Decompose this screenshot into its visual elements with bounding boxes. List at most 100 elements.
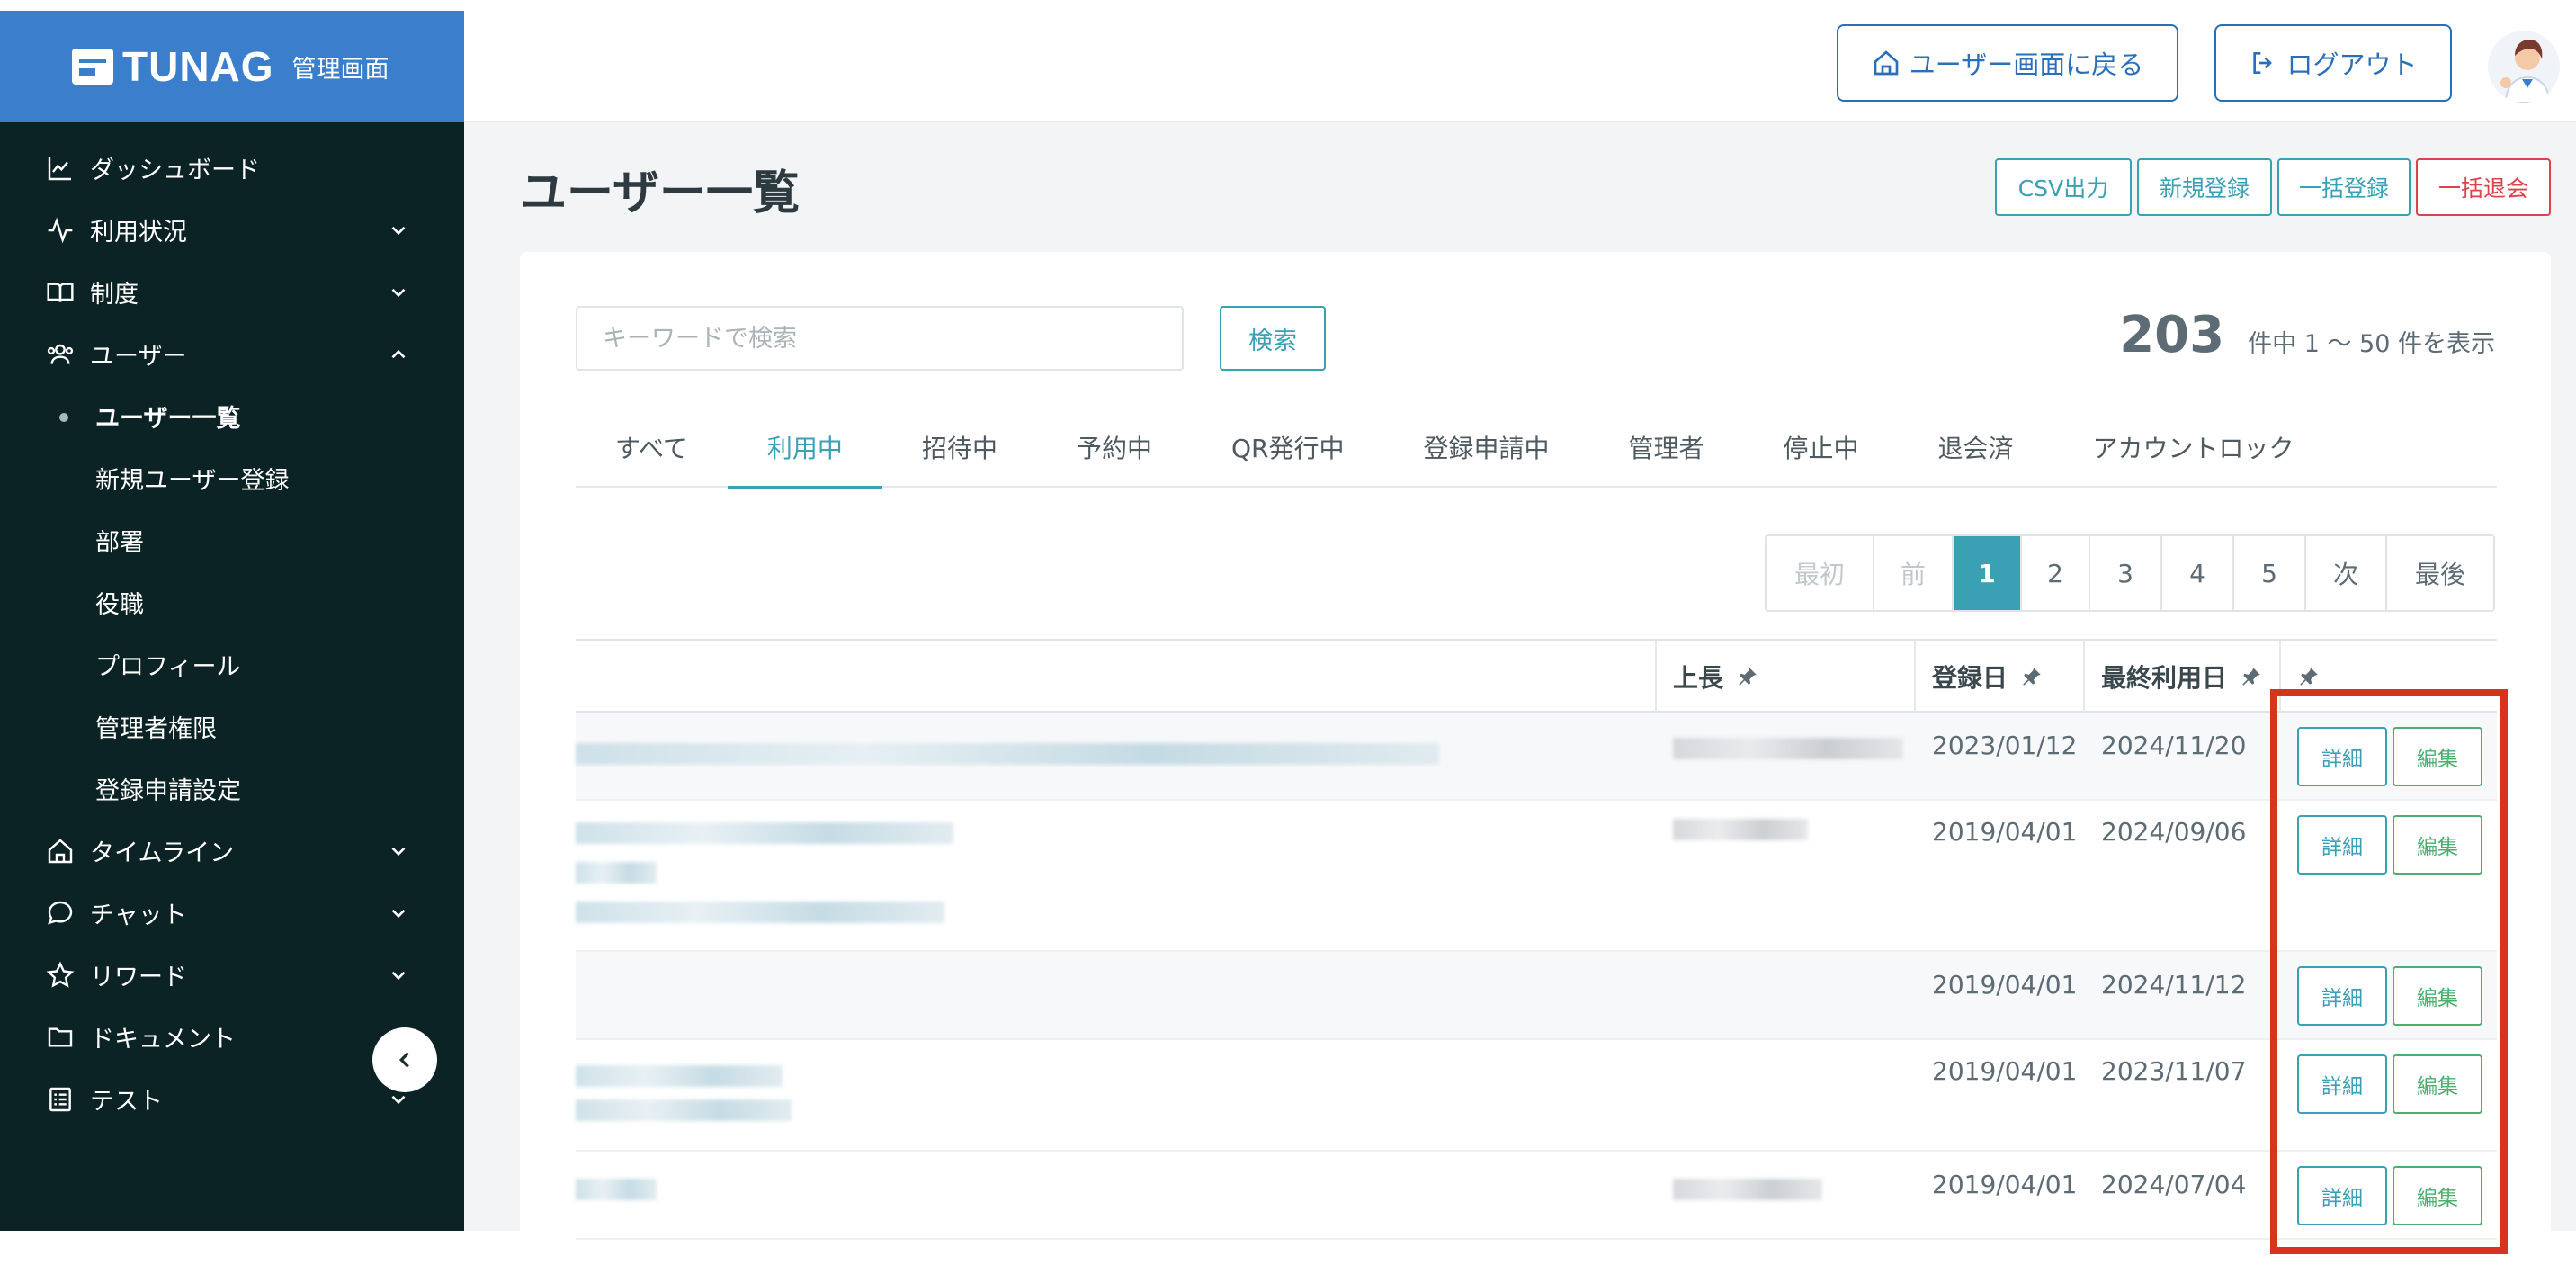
detail-button[interactable]: 詳細 — [2297, 1166, 2387, 1225]
pin-icon — [2023, 668, 2041, 686]
registered-date: 2019/04/01 — [1932, 970, 2078, 1000]
sidebar-item-chat[interactable]: チャット — [0, 882, 464, 944]
pagination-page-4[interactable]: 4 — [2162, 536, 2234, 610]
sidebar-item-dashboard[interactable]: ダッシュボード — [0, 137, 464, 199]
pagination-prev[interactable]: 前 — [1874, 536, 1954, 610]
column-header-label: 最終利用日 — [2101, 663, 2228, 693]
page-title: ユーザー一覧 — [520, 166, 800, 220]
sidebar-subitem-new-user[interactable]: 新規ユーザー登録 — [0, 447, 464, 509]
pin-icon — [1739, 668, 1757, 686]
registered-date: 2023/01/12 — [1932, 731, 2078, 760]
edit-button[interactable]: 編集 — [2393, 815, 2482, 875]
column-header-label: 上長 — [1673, 663, 1724, 693]
pagination-page-2[interactable]: 2 — [2022, 536, 2090, 610]
home-icon — [45, 836, 76, 866]
bulk-withdraw-button[interactable]: 一括退会 — [2416, 158, 2551, 216]
sidebar-item-label: 制度 — [90, 281, 139, 309]
last-used-date: 2024/07/04 — [2101, 1170, 2247, 1199]
pagination-page-5[interactable]: 5 — [2234, 536, 2306, 610]
sidebar-subitem-admin-permissions[interactable]: 管理者権限 — [0, 695, 464, 758]
table-row: 2023/01/12 2024/11/20 詳細 編集 — [576, 713, 2497, 801]
redacted-info — [576, 902, 944, 923]
edit-button[interactable]: 編集 — [2393, 727, 2482, 786]
star-icon — [45, 960, 76, 991]
tab-account-locked[interactable]: アカウントロック — [2053, 407, 2334, 488]
pagination-first[interactable]: 最初 — [1767, 536, 1874, 610]
csv-export-button[interactable]: CSV出力 — [1995, 158, 2132, 216]
search-input[interactable] — [576, 306, 1184, 371]
redacted-boss — [1673, 738, 1903, 759]
sidebar-nav: ダッシュボード 利用状況 制度 ユーザー ユーザー一覧 新規ユーザー登録 部署 … — [0, 122, 464, 1130]
brand-logo[interactable]: TUNAG 管理画面 — [72, 42, 389, 91]
column-header-registered[interactable]: 登録日 — [1914, 641, 2083, 713]
brand-subtitle: 管理画面 — [291, 55, 389, 84]
pagination-page-3[interactable]: 3 — [2090, 536, 2162, 610]
tab-suspended[interactable]: 停止中 — [1744, 407, 1899, 488]
tab-scheduled[interactable]: 予約中 — [1037, 407, 1192, 488]
sidebar-item-reward[interactable]: リワード — [0, 944, 464, 1006]
chat-icon — [45, 898, 76, 929]
sidebar-subitem-department[interactable]: 部署 — [0, 509, 464, 571]
registered-date: 2019/04/01 — [1932, 817, 2078, 847]
sidebar-subitem-position[interactable]: 役職 — [0, 571, 464, 633]
avatar[interactable] — [2488, 31, 2560, 103]
logout-label: ログアウト — [2286, 49, 2418, 80]
edit-button[interactable]: 編集 — [2393, 1166, 2482, 1225]
redacted-info — [576, 862, 657, 884]
tab-invited[interactable]: 招待中 — [882, 407, 1037, 488]
tab-all[interactable]: すべて — [576, 407, 728, 488]
pagination-page-1[interactable]: 1 — [1954, 536, 2022, 610]
pagination-next[interactable]: 次 — [2306, 536, 2387, 610]
sidebar-item-system[interactable]: 制度 — [0, 261, 464, 323]
book-icon — [45, 277, 76, 308]
sidebar: TUNAG 管理画面 ダッシュボード 利用状況 制度 ユーザー ユーザー一覧 新… — [0, 11, 464, 1231]
column-header-last-used[interactable]: 最終利用日 — [2083, 641, 2279, 713]
detail-button[interactable]: 詳細 — [2297, 1054, 2387, 1114]
sidebar-subitem-label: ユーザー一覧 — [95, 405, 241, 433]
chevron-down-icon — [391, 226, 406, 236]
user-list-card: 検索 203 件中 1 〜 50 件を表示 すべて 利用中 招待中 予約中 QR… — [520, 252, 2551, 1242]
tab-pending-registration[interactable]: 登録申請中 — [1383, 407, 1588, 488]
total-count: 203 — [2119, 306, 2225, 364]
redacted-name — [576, 1065, 783, 1087]
redacted-boss — [1673, 819, 1808, 840]
edit-button[interactable]: 編集 — [2393, 1054, 2482, 1114]
edit-button[interactable]: 編集 — [2393, 966, 2482, 1026]
sidebar-item-usage[interactable]: 利用状況 — [0, 199, 464, 261]
table-header: 上長 登録日 最終利用日 — [576, 639, 2497, 713]
last-used-date: 2023/11/07 — [2101, 1056, 2247, 1086]
logout-button[interactable]: ログアウト — [2214, 24, 2452, 102]
back-to-user-screen-button[interactable]: ユーザー画面に戻る — [1837, 24, 2178, 102]
bulk-register-button[interactable]: 一括登録 — [2277, 158, 2411, 216]
brand-name: TUNAG — [122, 43, 274, 90]
tab-withdrawn[interactable]: 退会済 — [1899, 407, 2053, 488]
sidebar-item-users[interactable]: ユーザー — [0, 323, 464, 385]
tunag-logo-icon — [72, 49, 113, 85]
sidebar-item-label: ユーザー — [90, 343, 187, 371]
new-register-button[interactable]: 新規登録 — [2137, 158, 2272, 216]
sidebar-subitem-label: 新規ユーザー登録 — [95, 467, 290, 495]
search-button[interactable]: 検索 — [1220, 306, 1326, 371]
checklist-icon — [45, 1084, 76, 1115]
sidebar-item-timeline[interactable]: タイムライン — [0, 820, 464, 882]
pin-icon — [2242, 668, 2260, 686]
detail-button[interactable]: 詳細 — [2297, 966, 2387, 1026]
sidebar-collapse-button[interactable] — [372, 1027, 437, 1092]
detail-button[interactable]: 詳細 — [2297, 727, 2387, 786]
tab-admin[interactable]: 管理者 — [1588, 407, 1743, 488]
column-header-boss[interactable]: 上長 — [1655, 641, 1914, 713]
sidebar-subitem-label: 登録申請設定 — [95, 777, 241, 805]
pagination-last[interactable]: 最後 — [2387, 536, 2493, 610]
users-icon — [45, 339, 76, 370]
tab-active[interactable]: 利用中 — [727, 407, 882, 489]
sidebar-subitem-profile[interactable]: プロフィール — [0, 633, 464, 695]
redacted-name — [576, 1179, 657, 1200]
sidebar-subitem-registration-settings[interactable]: 登録申請設定 — [0, 758, 464, 820]
sidebar-subitem-user-list[interactable]: ユーザー一覧 — [0, 385, 464, 447]
detail-button[interactable]: 詳細 — [2297, 815, 2387, 875]
registered-date: 2019/04/01 — [1932, 1056, 2078, 1086]
table-row: 2019/04/01 2024/11/12 詳細 編集 — [576, 952, 2497, 1040]
main-content: ユーザー一覧 CSV出力 新規登録 一括登録 一括退会 検索 203 件中 1 … — [464, 122, 2576, 1242]
sidebar-item-label: タイムライン — [90, 839, 235, 867]
tab-qr-issued[interactable]: QR発行中 — [1192, 407, 1384, 488]
